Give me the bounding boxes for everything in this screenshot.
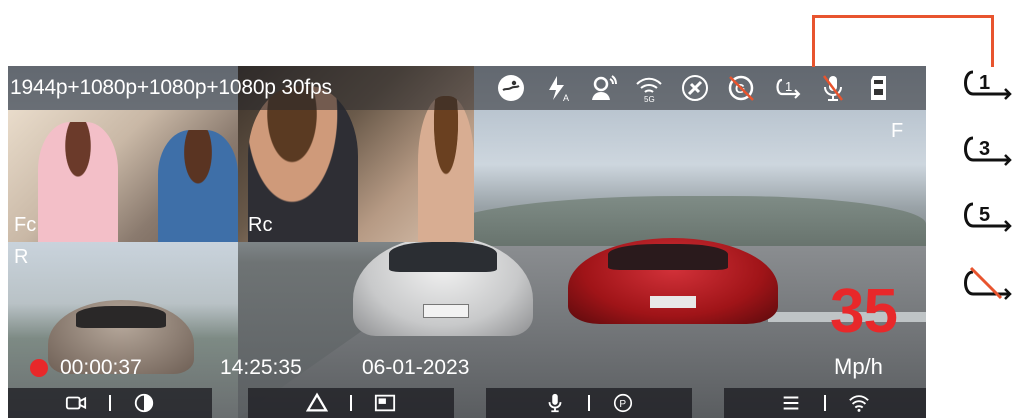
wifi-5g-icon: 5G — [632, 71, 666, 105]
status-icons: A 5G G 1 — [494, 70, 896, 106]
toolbar-separator — [109, 395, 111, 411]
microphone-icon[interactable] — [538, 386, 572, 418]
wifi-icon[interactable] — [842, 386, 876, 418]
sd-card-icon — [862, 71, 896, 105]
svg-text:3: 3 — [979, 138, 990, 160]
front-cabin-label: Fc — [14, 214, 37, 236]
resolution-text: 1944p+1080p+1080p+1080p 30fps — [10, 76, 332, 99]
gps-icon — [678, 71, 712, 105]
toolbar-group-lock — [248, 388, 454, 418]
contrast-icon[interactable] — [127, 386, 161, 418]
speed-unit: Mp/h — [834, 354, 883, 379]
flash-auto-icon: A — [540, 71, 574, 105]
toolbar-separator — [350, 395, 352, 411]
rear-cabin-label: Rc — [248, 214, 273, 236]
svg-text:1: 1 — [785, 79, 792, 94]
toolbar-group-audio: P — [486, 388, 692, 418]
toolbar-group-camera — [8, 388, 212, 418]
loop-1-icon: 1 — [770, 71, 804, 105]
svg-text:P: P — [619, 399, 626, 410]
loop-3-icon: 3 — [957, 132, 1015, 166]
parking-icon[interactable]: P — [606, 386, 640, 418]
recording-indicator — [30, 359, 48, 377]
picture-in-picture-icon[interactable] — [368, 386, 402, 418]
camera-icon[interactable] — [59, 386, 93, 418]
date-text: 06-01-2023 — [362, 356, 470, 379]
dashcam-screen: 1944p+1080p+1080p+1080p 30fps A 5G G 1 — [8, 66, 926, 418]
callout-line — [812, 15, 994, 67]
loop-1-icon: 1 — [957, 66, 1015, 100]
front-view-label: F — [891, 120, 904, 142]
voice-control-icon — [586, 71, 620, 105]
rear-view-label: R — [14, 246, 29, 268]
front-cabin-view[interactable] — [8, 110, 238, 242]
svg-text:5G: 5G — [644, 95, 655, 103]
clock-time: 14:25:35 — [220, 356, 302, 379]
emergency-lock-icon[interactable] — [300, 386, 334, 418]
swim-icon — [494, 71, 528, 105]
gsensor-off-icon: G — [724, 71, 758, 105]
svg-text:A: A — [563, 93, 569, 103]
record-time: 00:00:37 — [60, 356, 142, 379]
mic-off-icon — [816, 71, 850, 105]
loop-off-icon — [957, 266, 1015, 300]
speed-value: 35 — [830, 277, 898, 346]
toolbar-separator — [588, 395, 590, 411]
toolbar-group-settings — [724, 388, 926, 418]
menu-icon[interactable] — [774, 386, 808, 418]
loop-5-icon: 5 — [957, 198, 1015, 232]
status-bar: 1944p+1080p+1080p+1080p 30fps A 5G G 1 — [8, 66, 926, 110]
svg-text:5: 5 — [979, 204, 990, 226]
toolbar-separator — [824, 395, 826, 411]
svg-text:1: 1 — [979, 72, 990, 94]
